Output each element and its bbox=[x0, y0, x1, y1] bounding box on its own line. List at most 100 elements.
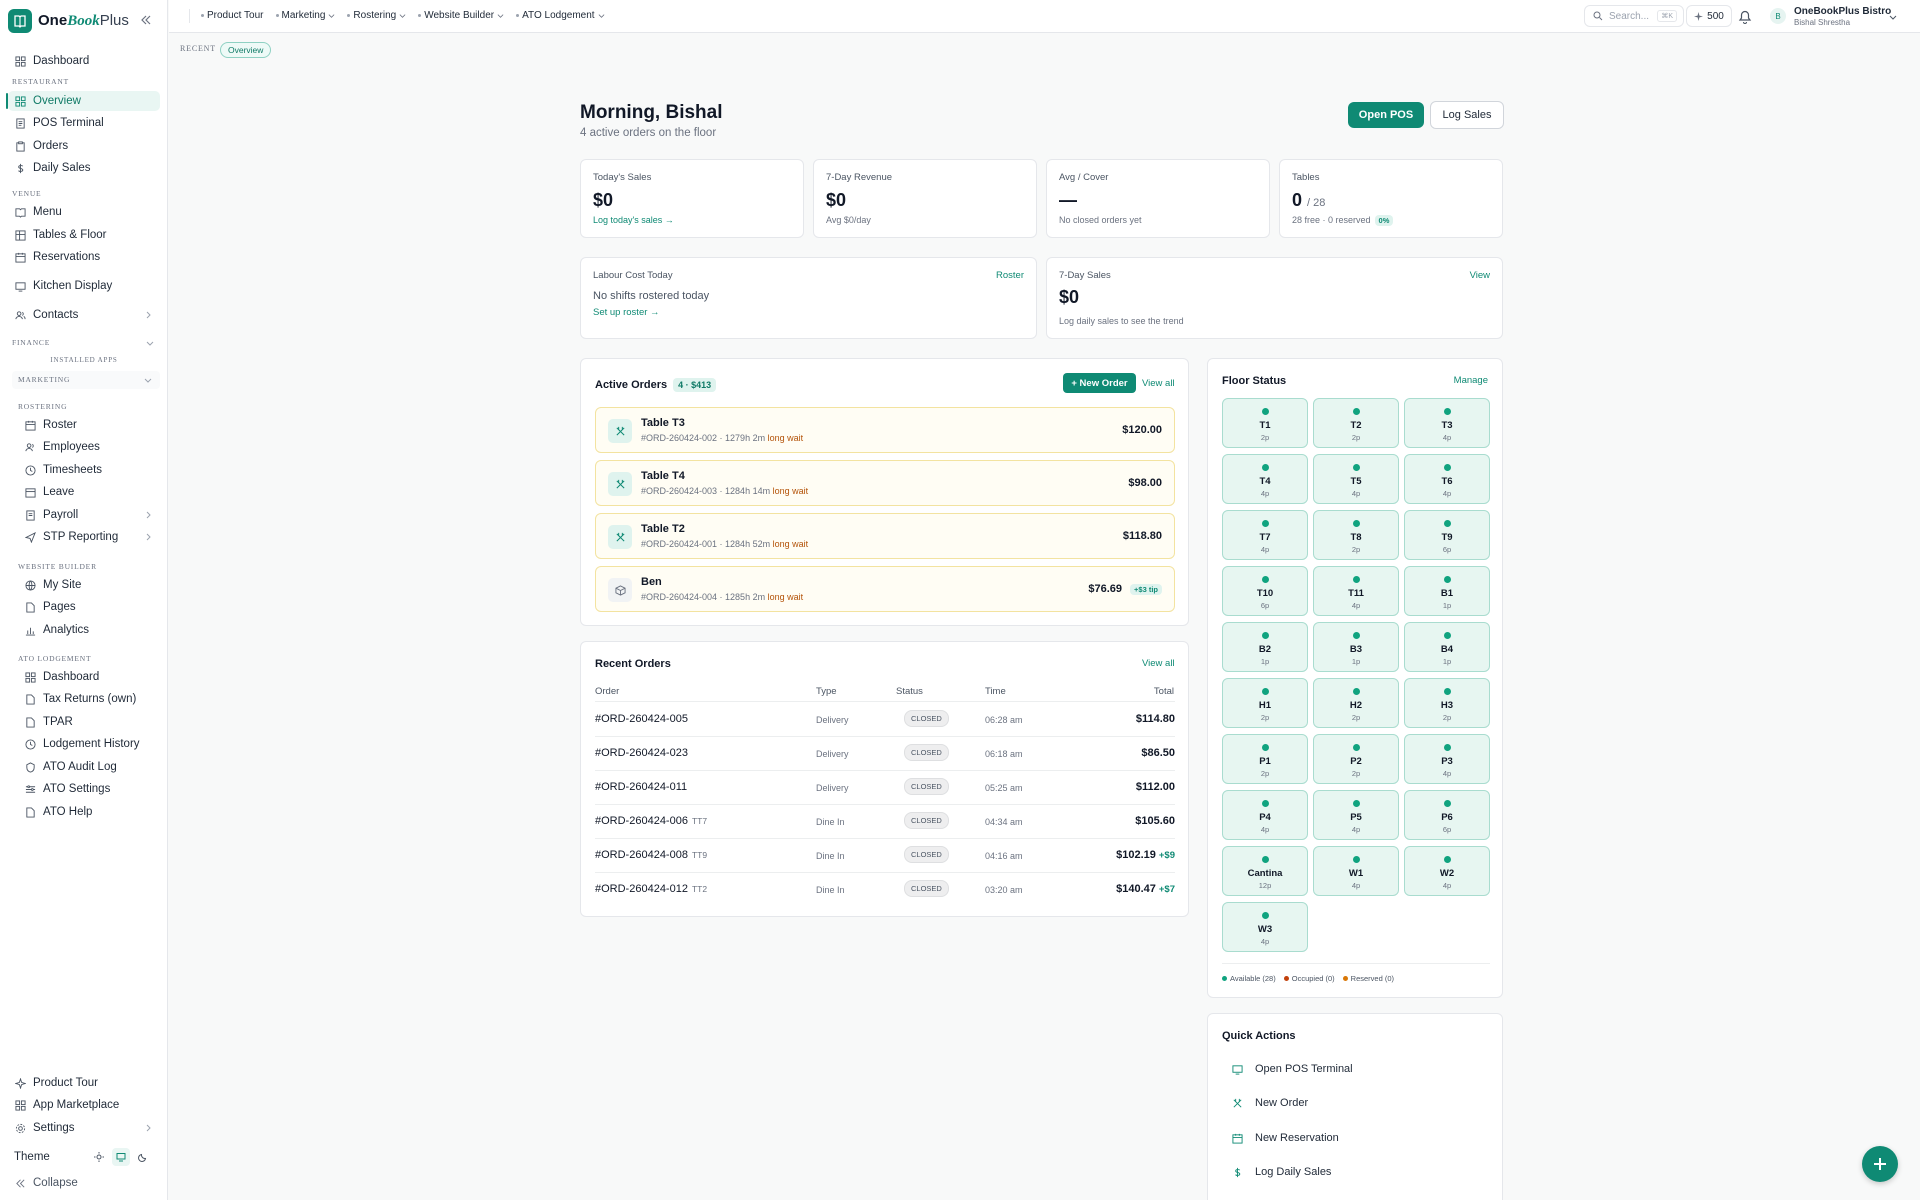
quick-action-open-pos-terminal[interactable]: Open POS Terminal bbox=[1222, 1059, 1482, 1079]
log-sales-button[interactable]: Log Sales bbox=[1430, 101, 1504, 129]
search-input[interactable]: Search... ⌘K bbox=[1584, 5, 1684, 27]
floating-add-button[interactable] bbox=[1862, 1146, 1898, 1182]
table-tile[interactable]: B4 1p bbox=[1404, 622, 1490, 672]
table-row[interactable]: #ORD-260424-006 TT7 Dine In CLOSED 04:34 am $… bbox=[595, 804, 1175, 838]
table-tile[interactable]: B3 1p bbox=[1313, 622, 1399, 672]
sidebar-item-employees[interactable]: Employees bbox=[18, 437, 160, 457]
chevron-down-icon[interactable] bbox=[146, 339, 154, 347]
collapse-sidebar-icon[interactable] bbox=[140, 14, 154, 28]
sidebar-item-dashboard[interactable]: Dashboard bbox=[8, 51, 160, 71]
table-tile[interactable]: P5 4p bbox=[1313, 790, 1399, 840]
table-tile[interactable]: W3 4p bbox=[1222, 902, 1308, 952]
group-marketing[interactable]: MARKETING bbox=[12, 371, 160, 389]
quick-action-new-order[interactable]: New Order bbox=[1222, 1093, 1482, 1113]
view-link[interactable]: View bbox=[1470, 270, 1490, 281]
sidebar-item-pos-terminal[interactable]: POS Terminal bbox=[8, 113, 160, 133]
roster-link[interactable]: Roster bbox=[996, 270, 1024, 281]
active-order-item[interactable]: Table T3 #ORD-260424-002 · 1279h 2m long … bbox=[595, 407, 1175, 453]
sidebar-item-ato-settings[interactable]: ATO Settings bbox=[18, 779, 160, 799]
table-tile[interactable]: T5 4p bbox=[1313, 454, 1399, 504]
table-tile[interactable]: H1 2p bbox=[1222, 678, 1308, 728]
table-tile[interactable]: H3 2p bbox=[1404, 678, 1490, 728]
set-up-roster-link[interactable]: Set up roster → bbox=[593, 307, 660, 318]
bell-icon[interactable] bbox=[1736, 7, 1754, 25]
table-tile[interactable]: P3 4p bbox=[1404, 734, 1490, 784]
moon-icon[interactable] bbox=[134, 1148, 152, 1166]
sidebar-item-tpar[interactable]: TPAR bbox=[18, 712, 160, 732]
table-tile[interactable]: T6 4p bbox=[1404, 454, 1490, 504]
table-row[interactable]: #ORD-260424-005 Delivery CLOSED 06:28 am $11… bbox=[595, 702, 1175, 736]
collapse-button[interactable]: Collapse bbox=[8, 1173, 160, 1193]
recent-chip-overview[interactable]: Overview bbox=[220, 42, 272, 58]
user-menu[interactable]: OneBookPlus Bistro Bishal Shrestha bbox=[1794, 6, 1891, 27]
sidebar-item-pages[interactable]: Pages bbox=[18, 597, 160, 617]
top-menu-marketing[interactable]: Marketing bbox=[275, 10, 336, 21]
sidebar-item-my-site[interactable]: My Site bbox=[18, 575, 160, 595]
sidebar-item-daily-sales[interactable]: Daily Sales bbox=[8, 158, 160, 178]
sidebar-item-payroll[interactable]: Payroll bbox=[18, 505, 160, 525]
log-todays-sales-link[interactable]: Log today's sales → bbox=[593, 215, 674, 225]
sidebar-item-stp-reporting[interactable]: STP Reporting bbox=[18, 527, 160, 547]
sidebar-item-contacts[interactable]: Contacts bbox=[8, 305, 160, 325]
sidebar-item-app-marketplace[interactable]: App Marketplace bbox=[8, 1095, 160, 1115]
monitor-icon[interactable] bbox=[112, 1148, 130, 1166]
sidebar-item-product-tour[interactable]: Product Tour bbox=[8, 1073, 160, 1093]
table-tile[interactable]: P6 6p bbox=[1404, 790, 1490, 840]
section-label-finance[interactable]: FINANCE bbox=[12, 338, 50, 347]
sidebar-item-ato-help[interactable]: ATO Help bbox=[18, 802, 160, 822]
quick-action-new-reservation[interactable]: New Reservation bbox=[1222, 1128, 1482, 1148]
table-tile[interactable]: T7 4p bbox=[1222, 510, 1308, 560]
table-row[interactable]: #ORD-260424-012 TT2 Dine In CLOSED 03:20 am $… bbox=[595, 872, 1175, 906]
table-tile[interactable]: B1 1p bbox=[1404, 566, 1490, 616]
open-pos-button[interactable]: Open POS bbox=[1348, 102, 1424, 128]
sidebar-item-leave[interactable]: Leave bbox=[18, 482, 160, 502]
table-tile[interactable]: T8 2p bbox=[1313, 510, 1399, 560]
sidebar-item-settings[interactable]: Settings bbox=[8, 1118, 160, 1138]
table-tile[interactable]: T11 4p bbox=[1313, 566, 1399, 616]
top-menu-website-builder[interactable]: Website Builder bbox=[418, 10, 504, 21]
table-tile[interactable]: T3 4p bbox=[1404, 398, 1490, 448]
table-tile[interactable]: T4 4p bbox=[1222, 454, 1308, 504]
sidebar-item-ato-audit-log[interactable]: ATO Audit Log bbox=[18, 757, 160, 777]
sidebar-item-ato-dashboard[interactable]: Dashboard bbox=[18, 667, 160, 687]
table-row[interactable]: #ORD-260424-011 Delivery CLOSED 05:25 am $11… bbox=[595, 770, 1175, 804]
table-tile[interactable]: T10 6p bbox=[1222, 566, 1308, 616]
sidebar-item-lodgement-history[interactable]: Lodgement History bbox=[18, 734, 160, 754]
table-tile[interactable]: P2 2p bbox=[1313, 734, 1399, 784]
table-tile[interactable]: W1 4p bbox=[1313, 846, 1399, 896]
sidebar-item-kitchen-display[interactable]: Kitchen Display bbox=[8, 276, 160, 296]
new-order-button[interactable]: + New Order bbox=[1063, 373, 1136, 393]
table-tile[interactable]: T9 6p bbox=[1404, 510, 1490, 560]
table-tile[interactable]: Cantina 12p bbox=[1222, 846, 1308, 896]
table-tile[interactable]: H2 2p bbox=[1313, 678, 1399, 728]
active-order-item[interactable]: Ben #ORD-260424-004 · 1285h 2m long wait $… bbox=[595, 566, 1175, 612]
view-all-recent-orders-link[interactable]: View all bbox=[1142, 658, 1175, 669]
view-all-active-orders-link[interactable]: View all bbox=[1142, 378, 1175, 389]
sidebar-item-overview[interactable]: Overview bbox=[6, 91, 160, 111]
table-tile[interactable]: B2 1p bbox=[1222, 622, 1308, 672]
manage-floor-link[interactable]: Manage bbox=[1454, 375, 1488, 386]
table-tile[interactable]: T2 2p bbox=[1313, 398, 1399, 448]
sidebar-item-tables-floor[interactable]: Tables & Floor bbox=[8, 225, 160, 245]
active-order-item[interactable]: Table T2 #ORD-260424-001 · 1284h 52m long… bbox=[595, 513, 1175, 559]
top-menu-ato-lodgement[interactable]: ATO Lodgement bbox=[516, 10, 604, 21]
sidebar-item-menu[interactable]: Menu bbox=[8, 202, 160, 222]
top-menu-product-tour[interactable]: Product Tour bbox=[201, 10, 264, 21]
sidebar-item-tax-returns[interactable]: Tax Returns (own) bbox=[18, 689, 160, 709]
table-tile[interactable]: W2 4p bbox=[1404, 846, 1490, 896]
chevron-down-icon[interactable] bbox=[1889, 13, 1897, 21]
table-row[interactable]: #ORD-260424-023 Delivery CLOSED 06:18 am $86… bbox=[595, 736, 1175, 770]
quick-action-log-daily-sales[interactable]: Log Daily Sales bbox=[1222, 1162, 1482, 1182]
top-menu-rostering[interactable]: Rostering bbox=[347, 10, 406, 21]
sidebar-item-orders[interactable]: Orders bbox=[8, 136, 160, 156]
sidebar-item-analytics[interactable]: Analytics bbox=[18, 620, 160, 640]
table-tile[interactable]: P4 4p bbox=[1222, 790, 1308, 840]
sidebar-item-roster[interactable]: Roster bbox=[18, 415, 160, 435]
brand-logo[interactable]: OneBookPlus bbox=[8, 8, 129, 34]
active-order-item[interactable]: Table T4 #ORD-260424-003 · 1284h 14m long… bbox=[595, 460, 1175, 506]
table-tile[interactable]: T1 2p bbox=[1222, 398, 1308, 448]
table-row[interactable]: #ORD-260424-008 TT9 Dine In CLOSED 04:16 am $… bbox=[595, 838, 1175, 872]
sidebar-item-reservations[interactable]: Reservations bbox=[8, 247, 160, 267]
avatar[interactable]: B bbox=[1770, 8, 1786, 24]
sidebar-item-timesheets[interactable]: Timesheets bbox=[18, 460, 160, 480]
